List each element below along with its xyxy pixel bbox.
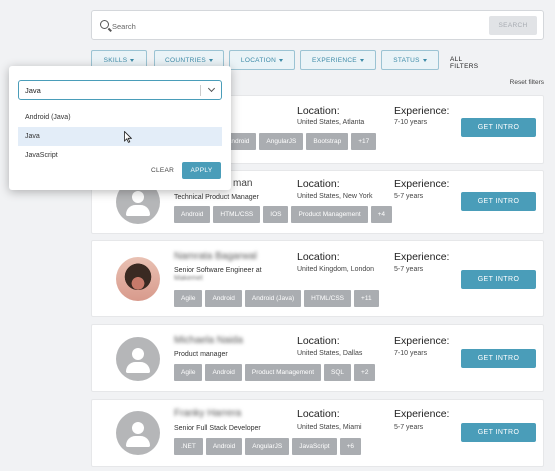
skill-tags: Agile Android Product Management SQL +2 xyxy=(174,364,376,381)
candidate-name: Namrata Bagarwal xyxy=(174,251,257,262)
experience-value: 7-10 years xyxy=(394,350,428,357)
experience-label: Experience: xyxy=(394,335,450,347)
location-label: Location: xyxy=(297,178,340,190)
experience-label: Experience: xyxy=(394,178,450,190)
experience-value: 5-7 years xyxy=(394,424,424,431)
caret-down-icon xyxy=(208,58,213,62)
caret-down-icon xyxy=(359,58,364,62)
location-value: United Kingdom, London xyxy=(297,266,375,273)
search-bar: SEARCH xyxy=(91,10,544,40)
location-value: United States, New York xyxy=(297,193,373,200)
experience-value: 5-7 years xyxy=(394,266,424,273)
skill-select-value: Java xyxy=(25,86,41,95)
skill-tag[interactable]: Android xyxy=(205,364,242,381)
candidate-card: Michaela Naida Product manager Location:… xyxy=(91,324,544,392)
experience-label: Experience: xyxy=(394,251,450,263)
filter-status[interactable]: STATUS xyxy=(381,50,439,70)
filter-experience[interactable]: EXPERIENCE xyxy=(300,50,376,70)
search-icon xyxy=(100,20,109,29)
get-intro-button[interactable]: GET INTRO xyxy=(461,270,536,289)
filter-label: LOCATION xyxy=(240,56,277,64)
location-value: United States, Dallas xyxy=(297,350,363,357)
reset-filters-link[interactable]: Reset filters xyxy=(510,79,544,86)
skill-tag[interactable]: Agile xyxy=(174,290,203,307)
skill-tag[interactable]: .NET xyxy=(174,438,203,455)
get-intro-button[interactable]: GET INTRO xyxy=(461,423,536,442)
skill-tag[interactable]: Agile xyxy=(174,364,203,381)
skill-tag[interactable]: AngularJS xyxy=(259,133,304,150)
caret-down-icon xyxy=(279,58,284,62)
location-label: Location: xyxy=(297,105,340,117)
search-input[interactable] xyxy=(112,17,482,35)
candidate-card: Namrata Bagarwal Senior Software Enginee… xyxy=(91,240,544,317)
select-divider xyxy=(200,85,201,96)
chevron-down-icon[interactable] xyxy=(207,84,216,93)
mouse-cursor-icon xyxy=(124,131,132,143)
skill-tag[interactable]: HTML/CSS xyxy=(304,290,352,307)
skill-tag[interactable]: JavaScript xyxy=(292,438,337,455)
skills-filter-popup: Java Android (Java) Java JavaScript CLEA… xyxy=(9,66,231,190)
skill-tags: .NET Android AngularJS JavaScript +6 xyxy=(174,438,361,455)
location-value: United States, Miami xyxy=(297,424,362,431)
skill-tag[interactable]: Product Management xyxy=(291,206,368,223)
skill-option-selected[interactable]: Java xyxy=(18,127,222,146)
location-label: Location: xyxy=(297,408,340,420)
candidate-company: Makemet xyxy=(174,275,203,282)
candidate-name: Michaela Naida xyxy=(174,335,243,346)
location-label: Location: xyxy=(297,251,340,263)
skill-select[interactable]: Java xyxy=(18,80,222,100)
experience-value: 5-7 years xyxy=(394,193,424,200)
candidate-card: Franky Harrera Senior Full Stack Develop… xyxy=(91,399,544,467)
experience-value: 7-10 years xyxy=(394,119,428,126)
filter-location[interactable]: LOCATION xyxy=(229,50,295,70)
avatar-placeholder xyxy=(116,411,160,455)
skill-tag-more[interactable]: +17 xyxy=(351,133,377,150)
caret-down-icon xyxy=(130,58,135,62)
skill-tags: Android AngularJS Bootstrap +17 xyxy=(220,133,377,150)
clear-button[interactable]: CLEAR xyxy=(151,167,174,174)
filter-label: STATUS xyxy=(393,56,420,64)
skill-tag-more[interactable]: +6 xyxy=(339,438,361,455)
candidate-role: Technical Product Manager xyxy=(174,194,259,201)
skill-tag[interactable]: Bootstrap xyxy=(306,133,349,150)
get-intro-button[interactable]: GET INTRO xyxy=(461,118,536,137)
skill-tag-more[interactable]: +4 xyxy=(370,206,393,223)
skill-option[interactable]: Android (Java) xyxy=(18,108,222,127)
filter-label: COUNTRIES xyxy=(165,56,206,64)
filter-label: EXPERIENCE xyxy=(312,56,357,64)
skill-tag[interactable]: AngularJS xyxy=(245,438,290,455)
skill-tag[interactable]: Android (Java) xyxy=(244,290,302,307)
skill-tag-more[interactable]: +2 xyxy=(354,364,376,381)
search-button[interactable]: SEARCH xyxy=(489,16,537,35)
candidate-role: Product manager xyxy=(174,351,228,358)
get-intro-button[interactable]: GET INTRO xyxy=(461,192,536,211)
candidate-name: Franky Harrera xyxy=(174,408,242,419)
avatar-placeholder xyxy=(116,337,160,381)
candidate-role: Senior Full Stack Developer xyxy=(174,425,261,432)
all-filters-link[interactable]: ALL FILTERS xyxy=(450,56,478,70)
candidate-role: Senior Software Engineer at xyxy=(174,267,262,274)
location-label: Location: xyxy=(297,335,340,347)
location-value: United States, Atlanta xyxy=(297,119,365,126)
skill-tag[interactable]: Android xyxy=(205,438,243,455)
skill-tags: Android HTML/CSS IOS Product Management … xyxy=(174,206,393,223)
filter-label: SKILLS xyxy=(103,56,128,64)
skill-tag-more[interactable]: +11 xyxy=(354,290,379,307)
candidate-name: man xyxy=(233,178,253,189)
experience-label: Experience: xyxy=(394,408,450,420)
apply-button[interactable]: APPLY xyxy=(182,162,221,179)
skill-tag[interactable]: Android xyxy=(205,290,242,307)
avatar-photo xyxy=(116,257,160,301)
skill-tag[interactable]: Android xyxy=(174,206,211,223)
skill-tag[interactable]: Product Management xyxy=(244,364,322,381)
skill-tags: Agile Android Android (Java) HTML/CSS +1… xyxy=(174,290,379,307)
get-intro-button[interactable]: GET INTRO xyxy=(461,349,536,368)
skill-tag[interactable]: HTML/CSS xyxy=(213,206,261,223)
skill-tag[interactable]: IOS xyxy=(263,206,289,223)
experience-label: Experience: xyxy=(394,105,450,117)
skill-tag[interactable]: SQL xyxy=(324,364,352,381)
caret-down-icon xyxy=(422,58,427,62)
